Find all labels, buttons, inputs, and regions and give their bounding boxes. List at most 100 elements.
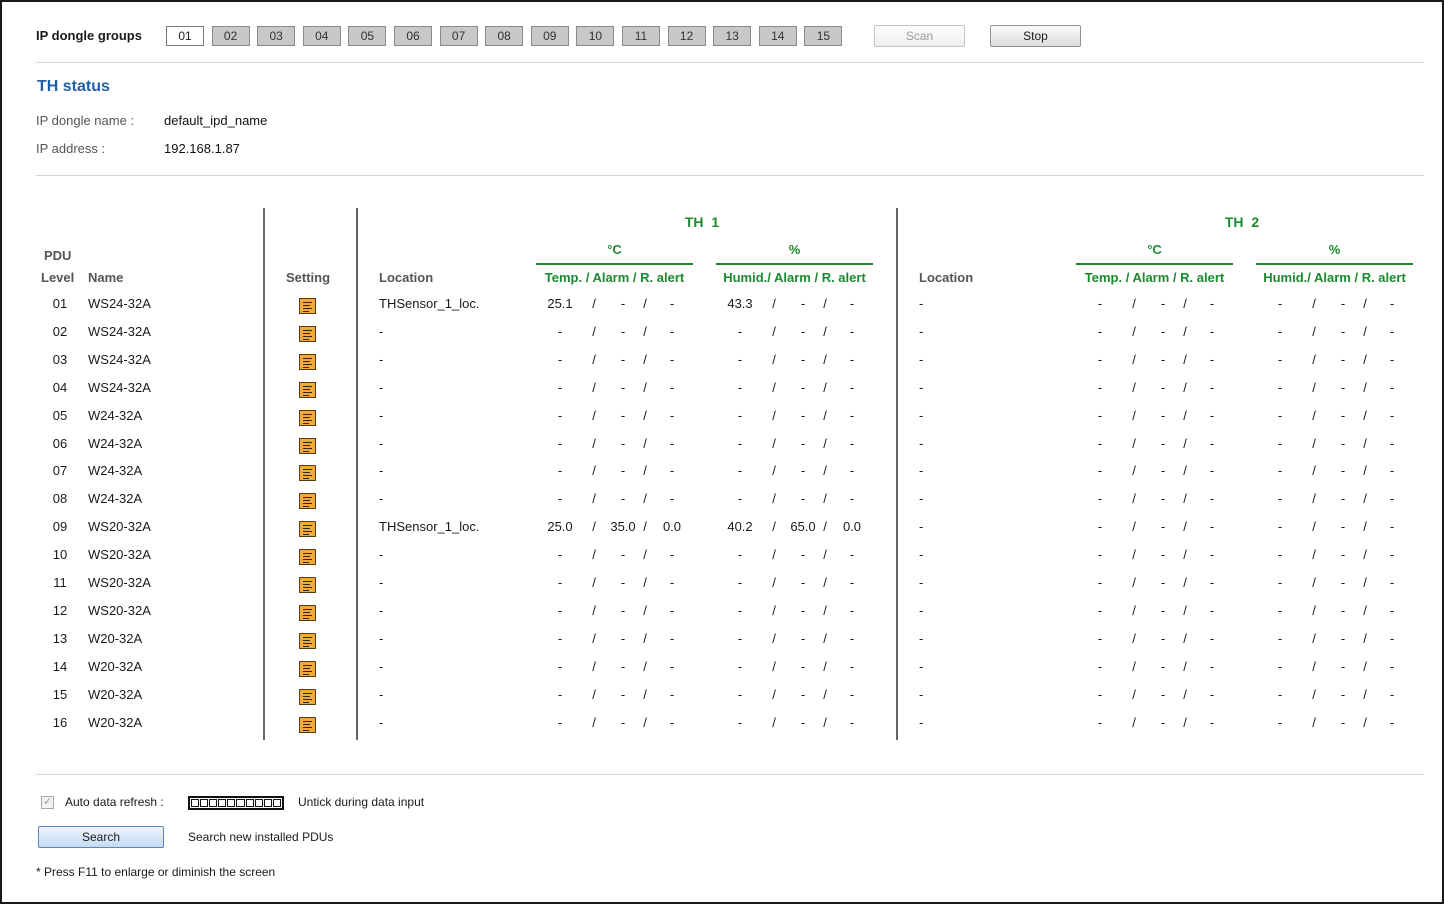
setting-icon[interactable] [299, 381, 316, 398]
th2-temp-r-alert: - [1209, 519, 1215, 535]
th1-humid-value: - [737, 602, 743, 618]
slash-separator: / [1183, 323, 1187, 339]
group-tab-08[interactable]: 08 [485, 26, 524, 46]
slash-separator: / [1363, 435, 1367, 451]
th2-celsius-rule [1076, 263, 1233, 265]
pdu-name: W24-32A [88, 407, 143, 423]
setting-icon[interactable] [299, 353, 316, 370]
group-tab-09[interactable]: 09 [530, 26, 569, 46]
th-status-window: IP dongle groups 01 02 03 04 05 06 07 08 09 10 11 1… [0, 0, 1444, 904]
th1-temp-r-alert: - [669, 658, 675, 674]
slash-separator: / [1363, 491, 1367, 507]
th1-location: - [379, 686, 384, 702]
th1-temp-value: - [557, 379, 563, 395]
th1-temp-r-alert: - [669, 630, 675, 646]
auto-refresh-label: Auto data refresh : [65, 795, 164, 809]
group-tab-01[interactable]: 01 [166, 26, 204, 46]
th1-humid-value: - [737, 630, 743, 646]
setting-icon[interactable] [299, 521, 316, 538]
th2-humid-alarm: - [1340, 491, 1346, 507]
slash-separator: / [823, 351, 827, 367]
group-tab-12[interactable]: 12 [667, 26, 706, 46]
slash-separator: / [772, 407, 776, 423]
th1-temp-alarm: - [620, 351, 626, 367]
group-tab-11[interactable]: 11 [622, 26, 660, 46]
group-tab-13[interactable]: 13 [713, 26, 752, 46]
slash-separator: / [1312, 658, 1316, 674]
slash-separator: / [772, 463, 776, 479]
slash-separator: / [823, 435, 827, 451]
slash-separator: / [823, 658, 827, 674]
th2-humid-alarm: - [1340, 519, 1346, 535]
setting-icon[interactable] [299, 604, 316, 621]
pdu-level: 08 [52, 491, 68, 507]
th1-location: - [379, 463, 384, 479]
th2-humid-alarm: - [1340, 658, 1346, 674]
th1-humid-r-alert: - [849, 491, 855, 507]
scan-button[interactable]: Scan [874, 25, 965, 47]
slash-separator: / [772, 379, 776, 395]
group-tab-06[interactable]: 06 [394, 26, 432, 46]
setting-icon[interactable] [299, 493, 316, 510]
pdu-name: WS20-32A [88, 547, 151, 563]
setting-icon[interactable] [299, 577, 316, 593]
th2-humid-r-alert: - [1389, 351, 1395, 367]
th1-temp-alarm: - [620, 575, 626, 590]
setting-icon[interactable] [299, 437, 316, 454]
auto-refresh-checkbox[interactable]: ✓ [41, 796, 54, 809]
search-button[interactable]: Search [38, 826, 164, 848]
slash-separator: / [1312, 379, 1316, 395]
setting-icon[interactable] [299, 716, 316, 733]
location-header-th2: Location [919, 270, 974, 285]
th1-temp-value: - [557, 714, 563, 730]
setting-icon[interactable] [299, 465, 316, 482]
pdu-name: W20-32A [88, 686, 143, 702]
setting-icon[interactable] [299, 688, 316, 705]
group-tab-03[interactable]: 03 [257, 26, 296, 46]
slash-separator: / [643, 575, 647, 590]
group-tab-02[interactable]: 02 [211, 26, 250, 46]
slash-separator: / [1132, 351, 1136, 367]
slash-separator: / [823, 463, 827, 479]
group-tab-04[interactable]: 04 [302, 26, 341, 46]
group-tab-10[interactable]: 10 [576, 26, 615, 46]
th2-location: - [919, 602, 924, 618]
th1-humid-r-alert: - [849, 323, 855, 339]
setting-icon[interactable] [299, 325, 316, 342]
setting-icon[interactable] [299, 549, 316, 566]
slash-separator: / [772, 630, 776, 646]
group-tab-05[interactable]: 05 [348, 26, 387, 46]
group-tab-14[interactable]: 14 [758, 26, 797, 46]
slash-separator: / [772, 547, 776, 563]
slash-separator: / [823, 296, 827, 311]
th2-celsius-header: °C [1147, 242, 1162, 257]
setting-icon[interactable] [299, 298, 316, 314]
th2-temp-value: - [1097, 379, 1103, 395]
th1-humid-value: - [737, 714, 743, 730]
th2-temp-alarm: - [1160, 351, 1166, 367]
setting-icon[interactable] [299, 660, 316, 677]
th2-temp-r-alert: - [1209, 463, 1215, 479]
th2-temp-r-alert: - [1209, 714, 1215, 730]
th2-location: - [919, 575, 924, 590]
th1-location: THSensor_1_loc. [379, 519, 480, 535]
slash-separator: / [1312, 296, 1316, 311]
th2-humid-r-alert: - [1389, 407, 1395, 423]
th2-location: - [919, 658, 924, 674]
th2-temp-value: - [1097, 714, 1103, 730]
th2-temp-value: - [1097, 575, 1103, 590]
th1-temp-r-alert: - [669, 463, 675, 479]
group-tab-15[interactable]: 15 [804, 26, 843, 46]
slash-separator: / [772, 296, 776, 311]
th2-temp-value: - [1097, 463, 1103, 479]
group-tab-07[interactable]: 07 [439, 26, 478, 46]
slash-separator: / [592, 491, 596, 507]
th1-humid-r-alert: - [849, 658, 855, 674]
setting-icon[interactable] [299, 632, 316, 649]
th1-celsius-rule [536, 263, 693, 265]
stop-button[interactable]: Stop [990, 25, 1081, 47]
th1-humid-r-alert: - [849, 630, 855, 646]
setting-icon[interactable] [299, 409, 316, 426]
slash-separator: / [643, 602, 647, 618]
th2-humid-alarm: - [1340, 686, 1346, 702]
